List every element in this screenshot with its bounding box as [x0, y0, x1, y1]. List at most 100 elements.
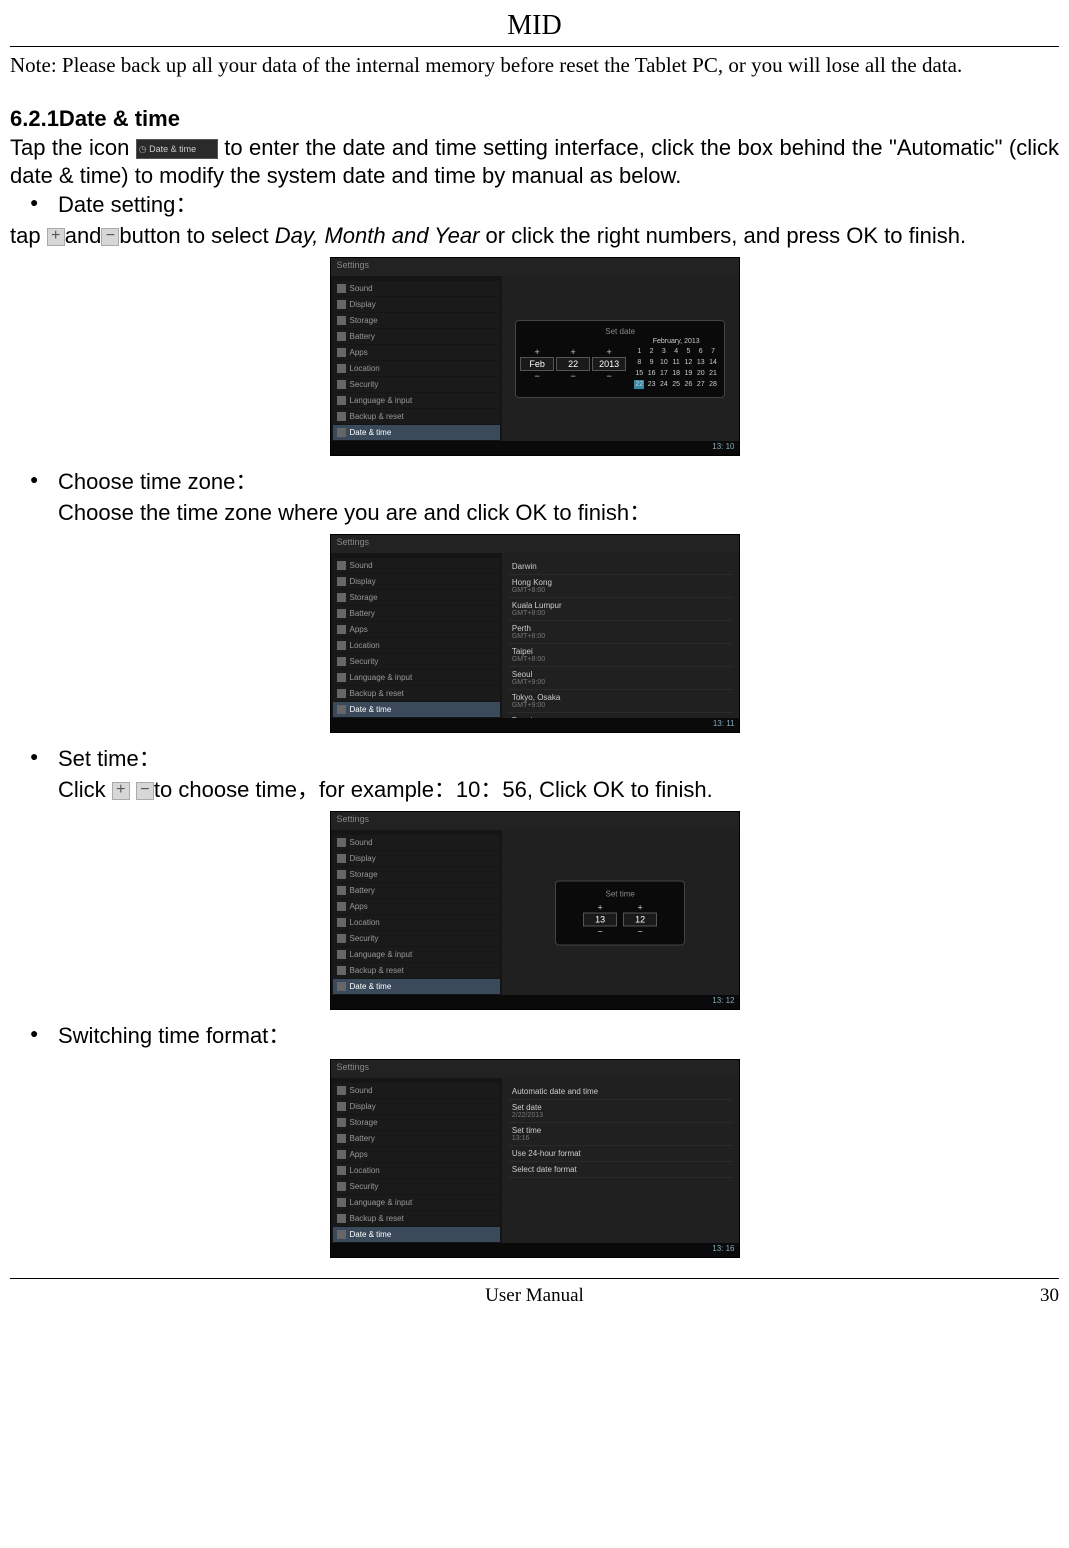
bullet-switch-format: Switching time format：: [30, 1022, 1059, 1051]
sidebar-item[interactable]: Location: [333, 361, 500, 376]
settings-row[interactable]: Set date2/22/2013: [508, 1100, 733, 1123]
sidebar-label: Language & input: [350, 396, 413, 405]
sidebar-icon: [337, 982, 346, 991]
sidebar-item[interactable]: Language & input: [333, 1195, 500, 1210]
sidebar-item[interactable]: Location: [333, 915, 500, 930]
sidebar-item[interactable]: Battery: [333, 883, 500, 898]
sidebar-item[interactable]: Backup & reset: [333, 686, 500, 701]
sidebar-label: Date & time: [350, 1230, 392, 1239]
timezone-row[interactable]: Kuala LumpurGMT+8:00: [508, 598, 733, 621]
settings-row[interactable]: Select date format: [508, 1162, 733, 1178]
timezone-row[interactable]: Hong KongGMT+8:00: [508, 575, 733, 598]
ss-topbar: Settings: [331, 535, 739, 553]
ss-sidebar: Sound DisplayStorageBattery Apps Location Se…: [331, 553, 502, 718]
sidebar-item[interactable]: Display: [333, 574, 500, 589]
timezone-row[interactable]: TaipeiGMT+8:00: [508, 644, 733, 667]
sidebar-icon: [337, 657, 346, 666]
sidebar-icon: [337, 316, 346, 325]
sidebar-item[interactable]: Language & input: [333, 947, 500, 962]
sidebar-item[interactable]: Sound: [333, 835, 500, 850]
sidebar-item[interactable]: Security: [333, 377, 500, 392]
sidebar-item[interactable]: Security: [333, 931, 500, 946]
sidebar-item[interactable]: Language & input: [333, 393, 500, 408]
month-field[interactable]: [520, 357, 554, 371]
sidebar-label: Display: [350, 300, 376, 309]
sidebar-icon: [337, 380, 346, 389]
settings-row[interactable]: Set time13:16: [508, 1123, 733, 1146]
sidebar-label: Security: [350, 934, 379, 943]
ss-main: Set time +− +−: [502, 830, 739, 995]
sidebar-item[interactable]: Backup & reset: [333, 963, 500, 978]
ss-main: Automatic date and timeSet date2/22/2013…: [502, 1078, 739, 1243]
sidebar-label: Security: [350, 380, 379, 389]
sidebar-item[interactable]: Apps: [333, 899, 500, 914]
minute-field[interactable]: [623, 912, 657, 926]
settings-row[interactable]: Automatic date and time: [508, 1084, 733, 1100]
sidebar-icon: [337, 870, 346, 879]
sidebar-item[interactable]: Date & time: [333, 979, 500, 994]
sidebar-item[interactable]: Sound: [333, 1083, 500, 1098]
sidebar-label: Date & time: [350, 705, 392, 714]
minus-icon: −: [101, 228, 119, 246]
sidebar-item[interactable]: Date & time: [333, 702, 500, 717]
sidebar-icon: [337, 1166, 346, 1175]
sidebar-item[interactable]: Sound: [333, 281, 500, 296]
sidebar-item[interactable]: Date & time: [333, 1227, 500, 1242]
sidebar-item[interactable]: Storage: [333, 867, 500, 882]
sidebar-item[interactable]: Storage: [333, 590, 500, 605]
sidebar-item[interactable]: Display: [333, 851, 500, 866]
sidebar-label: Location: [350, 641, 380, 650]
sidebar-label: Sound: [350, 284, 373, 293]
ss-main: Set date + − + − + −: [502, 276, 739, 441]
timezone-row[interactable]: SeoulGMT+9:00: [508, 667, 733, 690]
sidebar-item[interactable]: Backup & reset: [333, 1211, 500, 1226]
sidebar-label: Apps: [350, 625, 368, 634]
calendar-icon: February, 2013 1234567 891011121314 1516…: [632, 338, 720, 391]
sidebar-item[interactable]: Location: [333, 638, 500, 653]
ss-topbar: Settings: [331, 258, 739, 276]
day-field[interactable]: [556, 357, 590, 371]
sidebar-label: Apps: [350, 348, 368, 357]
sidebar-label: Backup & reset: [350, 1214, 404, 1223]
ss-topbar: Settings: [331, 1060, 739, 1078]
year-field[interactable]: [592, 357, 626, 371]
timezone-row[interactable]: PerthGMT+8:00: [508, 621, 733, 644]
sidebar-item[interactable]: Security: [333, 1179, 500, 1194]
bullet-set-time: Set time：: [30, 745, 1059, 774]
sidebar-item[interactable]: Date & time: [333, 425, 500, 440]
sidebar-item[interactable]: Apps: [333, 345, 500, 360]
sidebar-item[interactable]: Battery: [333, 606, 500, 621]
sidebar-label: Language & input: [350, 950, 413, 959]
bullet-time-zone: Choose time zone：: [30, 468, 1059, 497]
hour-field[interactable]: [583, 912, 617, 926]
sidebar-item[interactable]: Storage: [333, 1115, 500, 1130]
footer-center: User Manual: [70, 1285, 999, 1307]
plus-icon: +: [47, 228, 65, 246]
sidebar-label: Apps: [350, 902, 368, 911]
sidebar-item[interactable]: Display: [333, 297, 500, 312]
sidebar-label: Battery: [350, 332, 375, 341]
t: Click: [58, 777, 112, 802]
sidebar-item[interactable]: Sound: [333, 558, 500, 573]
sidebar-item[interactable]: Security: [333, 654, 500, 669]
timezone-row[interactable]: Darwin: [508, 559, 733, 575]
sidebar-item[interactable]: Apps: [333, 1147, 500, 1162]
sidebar-item[interactable]: Storage: [333, 313, 500, 328]
sidebar-icon: [337, 902, 346, 911]
sidebar-item[interactable]: Backup & reset: [333, 409, 500, 424]
sidebar-label: Sound: [350, 561, 373, 570]
sidebar-item[interactable]: Language & input: [333, 670, 500, 685]
sidebar-icon: [337, 854, 346, 863]
sidebar-icon: [337, 396, 346, 405]
sidebar-item[interactable]: Apps: [333, 622, 500, 637]
sidebar-item[interactable]: Display: [333, 1099, 500, 1114]
sidebar-icon: [337, 1134, 346, 1143]
sidebar-label: Location: [350, 364, 380, 373]
sidebar-item[interactable]: Location: [333, 1163, 500, 1178]
settings-row[interactable]: Use 24-hour format: [508, 1146, 733, 1162]
t: tap: [10, 223, 47, 248]
sidebar-item[interactable]: Battery: [333, 329, 500, 344]
sidebar-item[interactable]: Battery: [333, 1131, 500, 1146]
sidebar-label: Security: [350, 657, 379, 666]
timezone-row[interactable]: Tokyo, OsakaGMT+9:00: [508, 690, 733, 713]
